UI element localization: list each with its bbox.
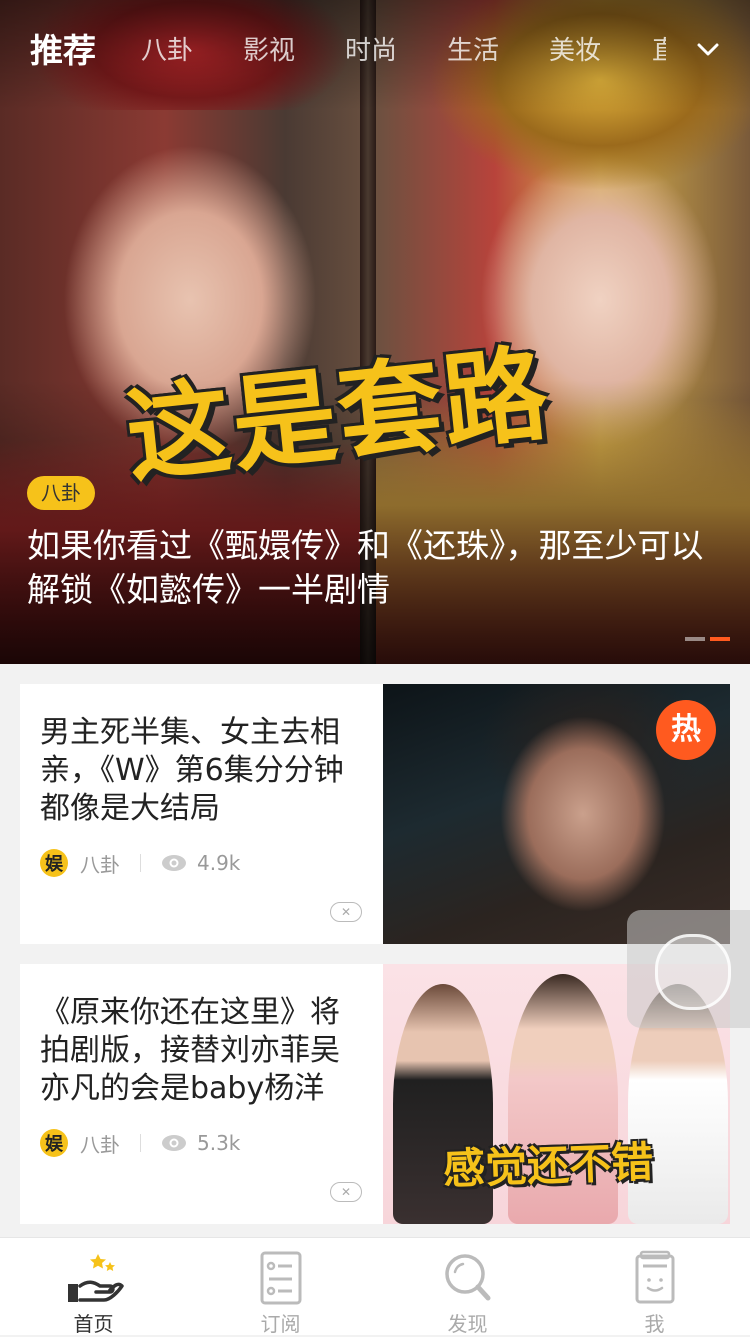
tab-film-tv[interactable]: 影视 — [243, 30, 295, 67]
hero-banner[interactable]: 这是套路 推荐 八卦 影视 时尚 生活 美妆 直 八卦 如果你看过《甄嬛传》和《… — [0, 0, 750, 664]
profile-card-icon — [635, 1250, 675, 1304]
tab-life[interactable]: 生活 — [447, 30, 499, 67]
article-meta: 娱 八卦 4.9k — [40, 848, 240, 878]
tab-gossip[interactable]: 八卦 — [141, 30, 193, 67]
feed-card[interactable]: 男主死半集、女主去相亲，《W》第6集分分钟都像是大结局 娱 八卦 4.9k ✕ … — [20, 684, 730, 944]
chevron-down-icon[interactable] — [696, 38, 720, 62]
hero-pager — [680, 626, 730, 645]
bottom-tab-bar: 首页 订阅 发现 我 — [0, 1237, 750, 1336]
thumbnail-overlay-text: 感觉还不错 — [442, 1137, 654, 1194]
tab-recommend[interactable]: 推荐 — [30, 24, 96, 72]
article-meta: 娱 八卦 5.3k — [40, 1128, 240, 1158]
tab-label: 发现 — [447, 1312, 488, 1336]
feed-card[interactable]: 《原来你还在这里》将拍剧版，接替刘亦菲吴亦凡的会是baby杨洋 娱 八卦 5.3… — [20, 964, 730, 1224]
tab-me[interactable]: 我 — [561, 1238, 748, 1336]
category-tabs: 推荐 八卦 影视 时尚 生活 美妆 直 — [0, 22, 750, 78]
source-icon: 娱 — [40, 1129, 68, 1157]
article-title[interactable]: 男主死半集、女主去相亲，《W》第6集分分钟都像是大结局 — [40, 714, 365, 828]
tab-label: 首页 — [73, 1312, 114, 1336]
dismiss-button[interactable]: ✕ — [330, 902, 362, 922]
hot-badge: 热 — [656, 700, 716, 760]
view-count: 4.9k — [197, 851, 241, 875]
tab-subscribe[interactable]: 订阅 — [187, 1238, 374, 1336]
article-title[interactable]: 《原来你还在这里》将拍剧版，接替刘亦菲吴亦凡的会是baby杨洋 — [40, 994, 365, 1108]
eye-icon — [162, 855, 186, 871]
article-category: 八卦 — [80, 1132, 120, 1157]
tab-label: 订阅 — [260, 1312, 301, 1336]
source-icon: 娱 — [40, 849, 68, 877]
tab-home[interactable]: 首页 — [0, 1238, 187, 1336]
hero-headline[interactable]: 如果你看过《甄嬛传》和《还珠》，那至少可以解锁《如懿传》一半剧情 — [27, 524, 727, 612]
tab-label: 我 — [644, 1312, 665, 1336]
meta-divider — [140, 1134, 141, 1152]
tab-beauty[interactable]: 美妆 — [549, 30, 601, 67]
article-thumbnail[interactable]: 热 — [383, 684, 730, 944]
tab-discover[interactable]: 发现 — [374, 1238, 561, 1336]
tab-fashion[interactable]: 时尚 — [345, 30, 397, 67]
pager-dot — [685, 637, 705, 641]
list-document-icon — [260, 1251, 302, 1305]
home-hand-stars-icon — [68, 1254, 124, 1302]
hero-category-badge: 八卦 — [27, 476, 95, 510]
meta-divider — [140, 854, 141, 872]
search-icon — [445, 1254, 491, 1301]
article-category: 八卦 — [80, 852, 120, 877]
eye-icon — [162, 1135, 186, 1151]
assistive-ring-icon — [655, 934, 731, 1010]
tab-partial[interactable]: 直 — [652, 30, 666, 67]
view-count: 5.3k — [197, 1131, 241, 1155]
dismiss-button[interactable]: ✕ — [330, 1182, 362, 1202]
pager-dot-active — [710, 637, 730, 641]
floating-assistive-button[interactable] — [627, 910, 750, 1028]
